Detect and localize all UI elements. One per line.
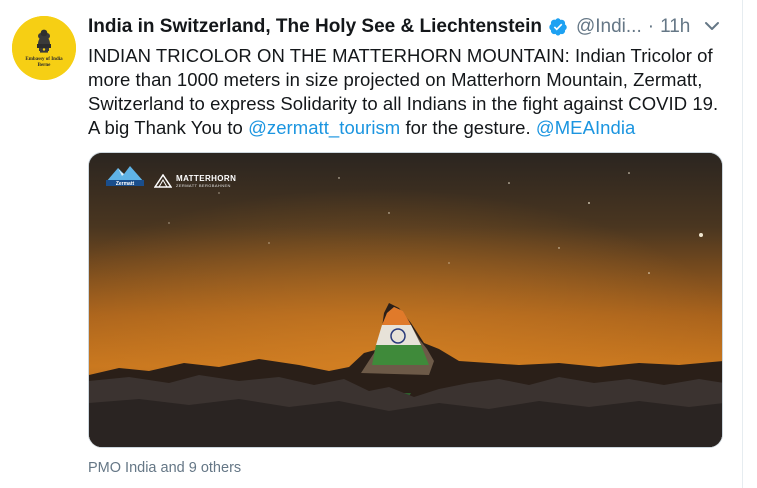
svg-text:Berne: Berne: [38, 63, 52, 68]
timestamp[interactable]: 11h: [660, 16, 690, 38]
zermatt-logo-icon: Zermatt: [104, 162, 146, 190]
display-name[interactable]: India in Switzerland, The Holy See & Lie…: [88, 16, 542, 38]
matterhorn-logo-icon: [154, 174, 172, 188]
mention-mea-india[interactable]: @MEAIndia: [536, 117, 635, 138]
user-handle[interactable]: @Indi...: [576, 16, 642, 38]
tweet-header: India in Switzerland, The Holy See & Lie…: [88, 14, 728, 40]
avatar[interactable]: Embassy of India Berne: [12, 16, 76, 80]
svg-text:Embassy of India: Embassy of India: [25, 57, 63, 62]
matterhorn-logo-subtext: ZERMATT BERGBAHNEN: [176, 182, 231, 188]
social-context[interactable]: PMO India and 9 others: [88, 460, 241, 476]
verified-badge-icon: [548, 17, 568, 37]
matterhorn-logo-text: MATTERHORN: [176, 173, 237, 183]
embassy-emblem-icon: Embassy of India Berne: [12, 16, 76, 80]
tweet-text: INDIAN TRICOLOR ON THE MATTERHORN MOUNTA…: [88, 44, 728, 140]
matterhorn-logo: MATTERHORN ZERMATT BERGBAHNEN: [154, 171, 236, 191]
timeline-divider: [742, 0, 743, 488]
mention-zermatt-tourism[interactable]: @zermatt_tourism: [248, 117, 400, 138]
chevron-down-icon[interactable]: [702, 16, 722, 36]
matterhorn-photo: [89, 153, 722, 447]
tweet-photo[interactable]: [88, 152, 723, 448]
separator-dot: ·: [647, 16, 655, 37]
tweet-body-text-middle: for the gesture.: [400, 117, 536, 138]
zermatt-logo-text: Zermatt: [116, 181, 135, 187]
